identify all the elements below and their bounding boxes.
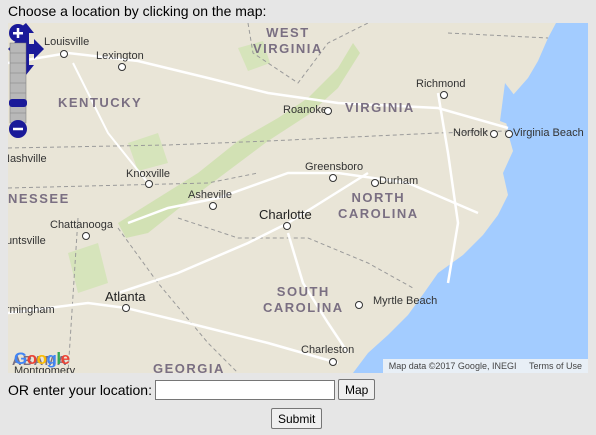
zoom-slider-handle[interactable]: [9, 99, 27, 107]
state-label-tennessee: NESSEE: [8, 191, 70, 206]
city-label-greensboro: Greensboro: [305, 161, 364, 173]
city-label-richmond: Richmond: [416, 78, 466, 90]
city-marker-asheville: [209, 202, 217, 210]
state-label-georgia: GEORGIA: [153, 361, 225, 373]
city-marker-atlanta: [122, 304, 130, 312]
map-button[interactable]: Map: [337, 379, 376, 400]
state-label-kentucky: KENTUCKY: [58, 95, 143, 110]
city-label-asheville: Asheville: [188, 189, 233, 201]
location-input[interactable]: [154, 379, 335, 400]
map-base: [8, 23, 588, 373]
city-marker-norfolk: [490, 130, 498, 138]
city-marker-chattanooga: [82, 232, 90, 240]
location-label: OR enter your location:: [8, 381, 152, 398]
city-label-huntsville: Huntsville: [8, 235, 46, 247]
city-label-myrtle-beach: Myrtle Beach: [373, 295, 438, 307]
city-marker-durham: [371, 179, 379, 187]
location-entry-row: OR enter your location: Map: [8, 379, 376, 400]
city-label-nashville: Nashville: [8, 153, 47, 165]
city-label-charleston: Charleston: [301, 344, 355, 356]
city-label-chattanooga: Chattanooga: [50, 219, 113, 231]
city-label-norfolk: Norfolk: [453, 127, 488, 139]
city-marker-charlotte: [283, 222, 291, 230]
state-label-north-carolina: NORTH CAROLINA: [338, 190, 419, 221]
city-marker-myrtle-beach: [355, 301, 363, 309]
submit-button[interactable]: Submit: [271, 408, 323, 429]
city-marker-charleston: [329, 358, 337, 366]
city-label-atlanta: Atlanta: [105, 289, 146, 304]
city-label-lexington: Lexington: [96, 50, 144, 62]
map-attribution: Map data ©2017 Google, INEGI Terms of Us…: [382, 359, 588, 373]
state-label-virginia: VIRGINIA: [345, 100, 415, 115]
map-data-credit: Map data ©2017 Google, INEGI: [388, 361, 517, 371]
map-instruction: Choose a location by clicking on the map…: [8, 3, 267, 19]
city-label-louisville: Louisville: [44, 36, 90, 48]
google-logo: Google: [14, 349, 70, 368]
city-label-virginia-beach: Virginia Beach: [513, 127, 584, 139]
city-label-charlotte: Charlotte: [259, 207, 312, 222]
city-label-durham: Durham: [379, 175, 419, 187]
city-marker-lexington: [118, 63, 126, 71]
state-label-west-virginia: WEST VIRGINIA: [253, 25, 323, 56]
zoom-control[interactable]: [8, 23, 28, 139]
location-map[interactable]: WEST VIRGINIA KENTUCKY VIRGINIA NORTH CA…: [8, 23, 588, 373]
terms-of-use-link[interactable]: Terms of Use: [529, 361, 582, 371]
city-marker-roanoke: [324, 107, 332, 115]
city-label-roanoke: Roanoke: [283, 104, 328, 116]
state-label-south-carolina: SOUTH CAROLINA: [263, 284, 344, 315]
city-marker-virginia-beach: [505, 130, 513, 138]
city-label-knoxville: Knoxville: [126, 168, 171, 180]
city-marker-richmond: [440, 91, 448, 99]
city-label-birmingham: Birmingham: [8, 304, 55, 316]
city-marker-greensboro: [329, 174, 337, 182]
city-marker-knoxville: [145, 180, 153, 188]
city-marker-louisville: [60, 50, 68, 58]
